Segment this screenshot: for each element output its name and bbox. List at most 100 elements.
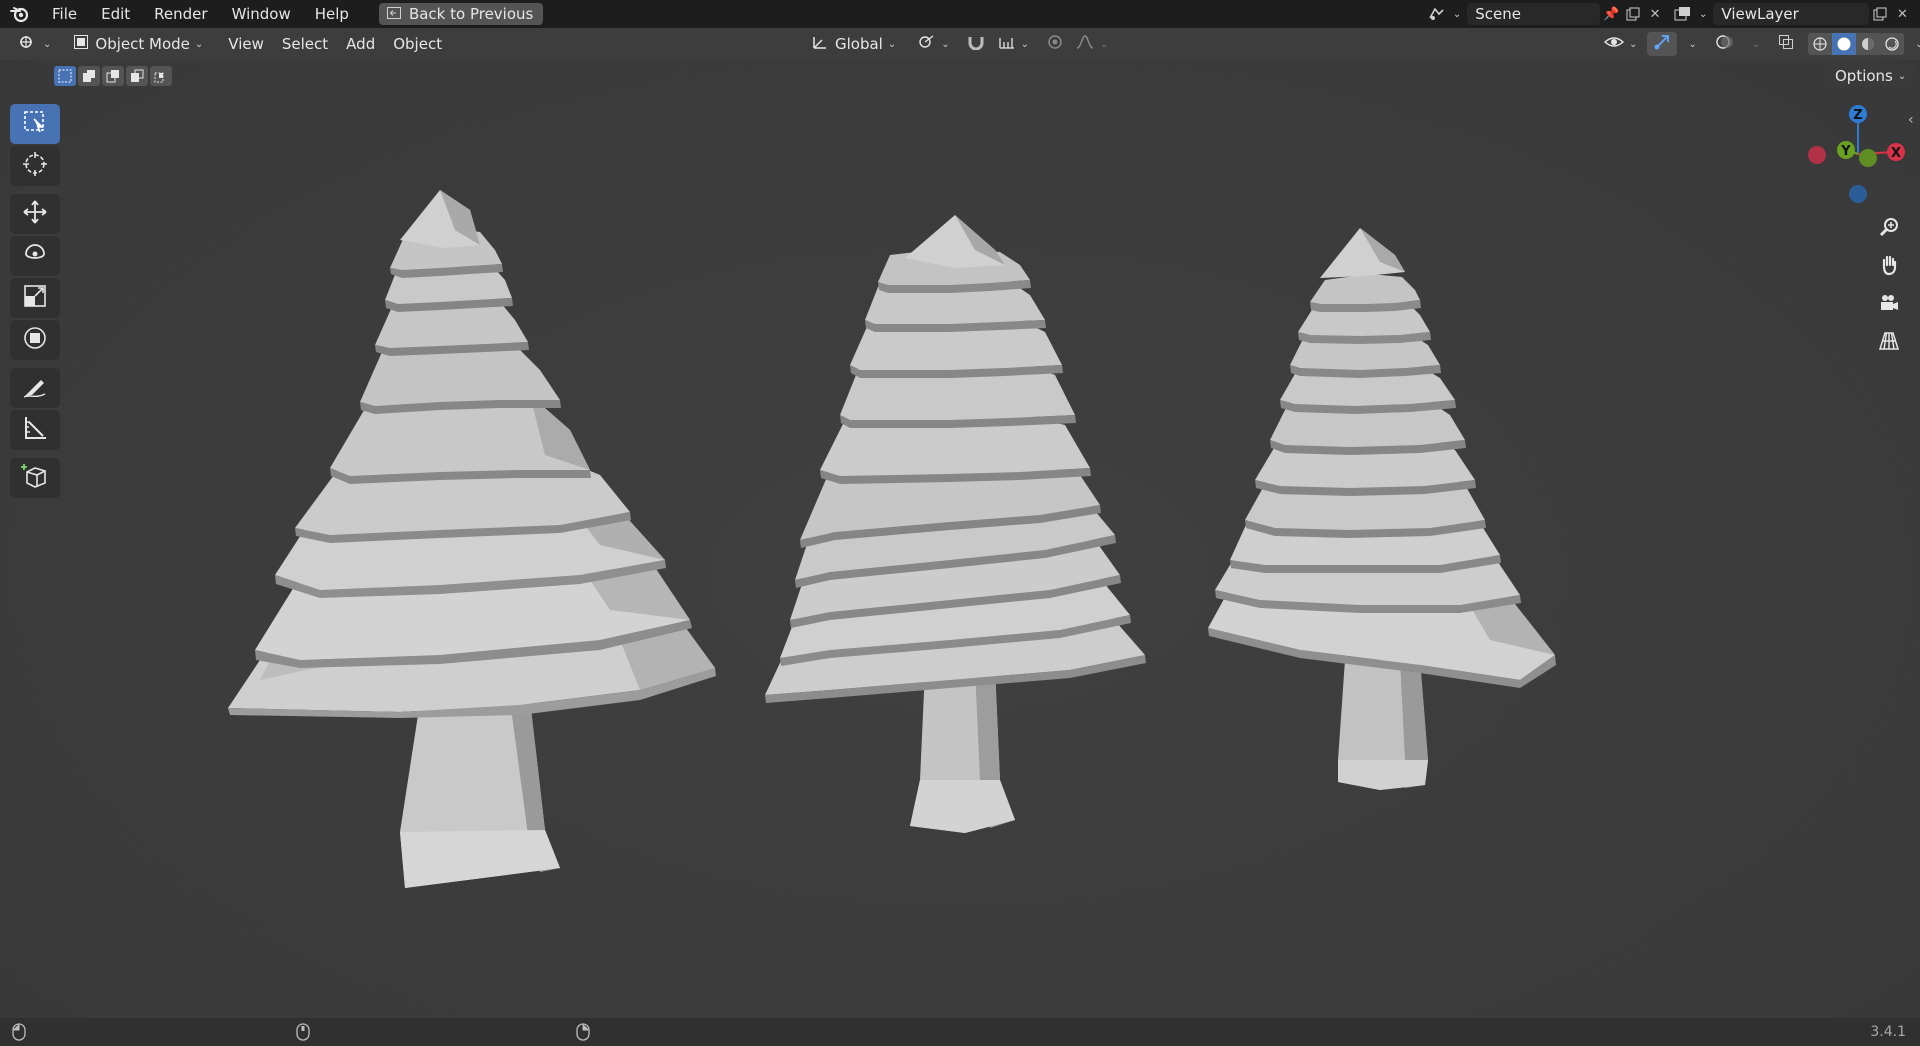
shading-dropdown[interactable]: ⌄ xyxy=(1904,32,1920,56)
delete-view-layer-icon[interactable]: ✕ xyxy=(1891,3,1913,25)
tool-cursor[interactable] xyxy=(10,146,60,186)
falloff-caret-icon: ⌄ xyxy=(1100,38,1109,50)
snap-caret-icon: ⌄ xyxy=(1020,38,1030,50)
tool-measure[interactable] xyxy=(10,410,60,450)
gizmo-z-label: Z xyxy=(1853,108,1862,123)
viewport-scene xyxy=(0,0,1920,1046)
tree-1[interactable] xyxy=(228,190,716,888)
visibility-dropdown[interactable]: ⌄ xyxy=(1598,32,1643,56)
overlays-dropdown[interactable]: ⌄ xyxy=(1741,32,1766,56)
blender-logo-icon[interactable] xyxy=(0,0,40,28)
orientation-caret-icon: ⌄ xyxy=(887,38,897,50)
tool-select-box[interactable] xyxy=(10,104,60,144)
editor-type-button[interactable]: ⌄ xyxy=(12,32,57,56)
menu-edit[interactable]: Edit xyxy=(89,0,142,28)
scale-icon xyxy=(21,282,49,314)
options-dropdown[interactable]: Options ⌄ xyxy=(1827,64,1915,88)
view-layer-name-field[interactable]: ViewLayer xyxy=(1713,3,1870,25)
visibility-caret-icon: ⌄ xyxy=(1629,38,1638,50)
camera-view-icon[interactable] xyxy=(1872,286,1906,320)
eye-icon xyxy=(1603,34,1625,54)
viewport-controls-group: ⌄ ⌄ ⌄ ⌄ xyxy=(1598,32,1920,56)
cursor-icon xyxy=(21,150,49,182)
falloff-dropdown[interactable]: ⌄ xyxy=(1069,32,1114,56)
rendered-shading-icon[interactable] xyxy=(1880,33,1905,55)
tool-scale[interactable] xyxy=(10,278,60,318)
scene-caret-icon[interactable]: ⌄ xyxy=(1453,9,1461,20)
gizmo-neg-y[interactable] xyxy=(1859,149,1877,167)
pivot-icon xyxy=(916,34,936,54)
select-invert-icon[interactable] xyxy=(126,66,148,86)
move-icon xyxy=(21,198,49,230)
back-icon xyxy=(386,5,401,23)
overlays-toggle[interactable] xyxy=(1709,32,1741,56)
scene-browse-icon[interactable] xyxy=(1426,3,1448,25)
proportional-editing-icon xyxy=(1047,34,1063,54)
perspective-toggle-icon[interactable] xyxy=(1872,324,1906,358)
zoom-icon[interactable] xyxy=(1872,210,1906,244)
snap-target-dropdown[interactable]: ⌄ xyxy=(992,32,1035,56)
new-scene-icon[interactable] xyxy=(1622,3,1644,25)
delete-scene-icon[interactable]: ✕ xyxy=(1644,3,1666,25)
mode-caret-icon: ⌄ xyxy=(194,38,204,50)
pivot-caret-icon: ⌄ xyxy=(941,38,950,50)
gizmo-x-label: X xyxy=(1891,146,1901,161)
xray-toggle[interactable] xyxy=(1772,32,1800,56)
snap-toggle[interactable] xyxy=(960,32,992,56)
menu-window[interactable]: Window xyxy=(220,0,303,28)
navigation-gizmo[interactable]: Z Y X xyxy=(1800,100,1910,210)
view-layer-caret-icon[interactable]: ⌄ xyxy=(1699,9,1707,20)
editor-type-icon xyxy=(18,34,38,54)
header-menu-view[interactable]: View xyxy=(219,32,273,56)
select-new-icon[interactable] xyxy=(54,66,76,86)
gizmo-toggle[interactable] xyxy=(1647,32,1678,56)
select-subtract-icon[interactable] xyxy=(102,66,124,86)
menu-file[interactable]: File xyxy=(40,0,89,28)
version-label: 3.4.1 xyxy=(1870,1024,1906,1040)
tool-transform[interactable] xyxy=(10,320,60,360)
falloff-curve-icon xyxy=(1075,34,1095,54)
proportional-editing-toggle[interactable] xyxy=(1041,32,1069,56)
pan-hand-icon[interactable] xyxy=(1872,248,1906,282)
transform-orientation-dropdown[interactable]: Global ⌄ xyxy=(805,32,902,56)
new-view-layer-icon[interactable] xyxy=(1869,3,1891,25)
gizmo-dropdown[interactable]: ⌄ xyxy=(1677,32,1702,56)
wireframe-shading-icon[interactable] xyxy=(1808,33,1833,55)
measure-ruler-icon xyxy=(21,414,49,446)
options-caret-icon: ⌄ xyxy=(1897,70,1907,82)
select-extend-icon[interactable] xyxy=(78,66,100,86)
select-intersect-icon[interactable] xyxy=(150,66,172,86)
add-cube-icon xyxy=(21,462,49,494)
shading-mode-selector xyxy=(1808,32,1905,56)
tree-2[interactable] xyxy=(765,215,1146,833)
tool-rotate[interactable] xyxy=(10,236,60,276)
material-preview-icon[interactable] xyxy=(1856,33,1881,55)
tree-3[interactable] xyxy=(1208,228,1556,790)
pin-icon[interactable]: 📌 xyxy=(1600,3,1622,25)
header-menu-object[interactable]: Object xyxy=(384,32,451,56)
options-label: Options xyxy=(1835,67,1893,85)
scene-name-field[interactable]: Scene xyxy=(1467,3,1601,25)
transform-tools-group: Global ⌄ ⌄ ⌄ ⌄ xyxy=(805,32,1114,56)
gizmo-y-label: Y xyxy=(1840,144,1851,159)
view-layer-browse-icon[interactable] xyxy=(1672,3,1694,25)
xray-icon xyxy=(1778,34,1794,54)
gizmo-neg-x[interactable] xyxy=(1808,146,1826,164)
selection-mode-buttons xyxy=(54,66,172,86)
header-menu-add[interactable]: Add xyxy=(337,32,384,56)
tool-annotate[interactable] xyxy=(10,368,60,408)
pivot-point-dropdown[interactable]: ⌄ xyxy=(910,32,955,56)
header-menu-select[interactable]: Select xyxy=(273,32,337,56)
mode-selector[interactable]: Object Mode ⌄ xyxy=(67,32,210,56)
overlays-icon xyxy=(1715,34,1735,54)
transform-icon xyxy=(21,324,49,356)
gizmo-neg-z[interactable] xyxy=(1849,185,1867,203)
viewport-header: ⌄ Object Mode ⌄ View Select Add Object G… xyxy=(0,28,1920,60)
solid-shading-icon[interactable] xyxy=(1832,33,1857,55)
menu-render[interactable]: Render xyxy=(142,0,219,28)
sidebar-toggle-icon[interactable]: ‹ xyxy=(1908,112,1914,128)
menu-help[interactable]: Help xyxy=(303,0,361,28)
tool-add-cube[interactable] xyxy=(10,458,60,498)
tool-move[interactable] xyxy=(10,194,60,234)
back-to-previous-button[interactable]: Back to Previous xyxy=(378,3,544,25)
